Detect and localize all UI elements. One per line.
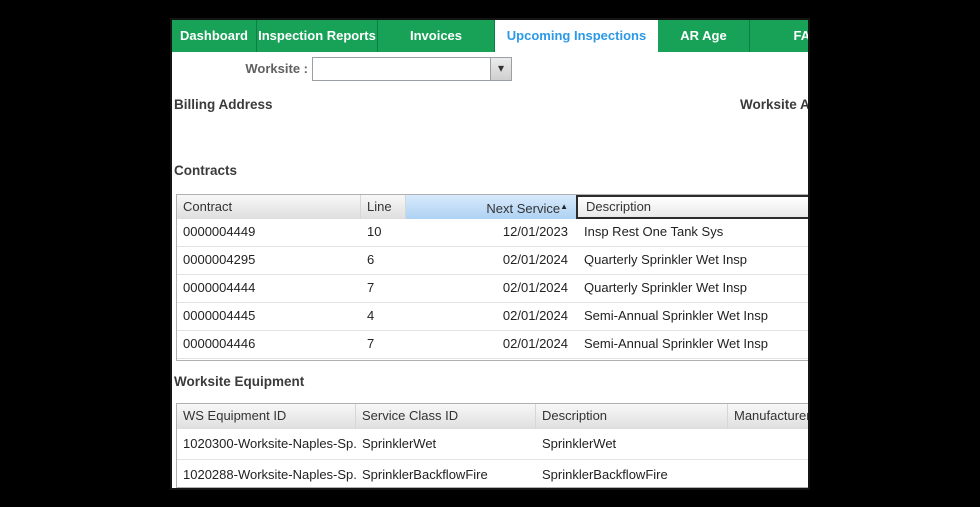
column-header-description[interactable]: Description xyxy=(576,195,810,219)
tab-ar-age[interactable]: AR Age xyxy=(658,20,750,52)
table-row[interactable]: 0000004295 6 02/01/2024 Quarterly Sprink… xyxy=(177,247,810,275)
next-service-cell: 12/01/2023 xyxy=(406,219,576,246)
next-service-cell: 02/01/2024 xyxy=(406,331,576,358)
column-header-manufacturer[interactable]: Manufacturer xyxy=(728,404,810,429)
app-window: Dashboard Inspection Reports Invoices Up… xyxy=(170,18,810,490)
service-class-id-cell: SprinklerWet xyxy=(356,429,536,459)
contracts-table: Contract Line Next Service▲ Description … xyxy=(176,194,810,361)
description-cell: SprinklerWet xyxy=(536,429,728,459)
tab-invoices[interactable]: Invoices xyxy=(378,20,495,52)
tab-inspection-reports[interactable]: Inspection Reports xyxy=(257,20,378,52)
worksite-equipment-heading: Worksite Equipment xyxy=(174,374,304,389)
tab-faqs[interactable]: FAQs xyxy=(750,20,808,52)
column-header-description[interactable]: Description xyxy=(536,404,728,429)
worksite-select[interactable]: ▾ xyxy=(312,57,512,81)
description-cell: Semi-Annual Sprinkler Wet Insp xyxy=(576,303,810,330)
description-cell: Quarterly Sprinkler Wet Insp xyxy=(576,275,810,302)
tab-dashboard[interactable]: Dashboard xyxy=(172,20,257,52)
equipment-table-header: WS Equipment ID Service Class ID Descrip… xyxy=(177,404,810,429)
sort-ascending-icon: ▲ xyxy=(560,202,568,211)
contract-cell: 0000004444 xyxy=(177,275,361,302)
manufacturer-cell xyxy=(728,429,810,459)
line-cell: 6 xyxy=(361,247,406,274)
column-header-ws-equipment-id[interactable]: WS Equipment ID xyxy=(177,404,356,429)
table-row[interactable]: 0000004445 4 02/01/2024 Semi-Annual Spri… xyxy=(177,303,810,331)
ws-equipment-id-cell: 1020300-Worksite-Naples-Sp... xyxy=(177,429,356,459)
column-header-next-service[interactable]: Next Service▲ xyxy=(406,195,576,219)
description-cell: SprinklerBackflowFire xyxy=(536,460,728,488)
description-cell: Semi-Annual Sprinkler Wet Insp xyxy=(576,331,810,358)
table-row[interactable]: 0000004444 7 02/01/2024 Quarterly Sprink… xyxy=(177,275,810,303)
contract-cell: 0000004446 xyxy=(177,331,361,358)
table-row[interactable]: 0000004446 7 02/01/2024 Semi-Annual Spri… xyxy=(177,331,810,359)
service-class-id-cell: SprinklerBackflowFire xyxy=(356,460,536,488)
table-row[interactable]: 1020300-Worksite-Naples-Sp... SprinklerW… xyxy=(177,429,810,460)
table-row[interactable]: 0000004449 10 12/01/2023 Insp Rest One T… xyxy=(177,219,810,247)
chevron-down-icon[interactable]: ▾ xyxy=(490,58,511,80)
ws-equipment-id-cell: 1020288-Worksite-Naples-Sp... xyxy=(177,460,356,488)
next-service-cell: 02/01/2024 xyxy=(406,303,576,330)
line-cell: 4 xyxy=(361,303,406,330)
table-row[interactable]: 1020288-Worksite-Naples-Sp... SprinklerB… xyxy=(177,460,810,488)
next-service-cell: 02/01/2024 xyxy=(406,275,576,302)
worksite-address-heading: Worksite Address xyxy=(740,97,810,112)
contracts-table-header: Contract Line Next Service▲ Description xyxy=(177,195,810,219)
column-header-line[interactable]: Line xyxy=(361,195,406,219)
tab-upcoming-inspections[interactable]: Upcoming Inspections xyxy=(495,20,658,52)
description-cell: Quarterly Sprinkler Wet Insp xyxy=(576,247,810,274)
worksite-equipment-table: WS Equipment ID Service Class ID Descrip… xyxy=(176,403,810,488)
next-service-cell: 02/01/2024 xyxy=(406,247,576,274)
billing-address-heading: Billing Address xyxy=(174,97,273,112)
column-header-contract[interactable]: Contract xyxy=(177,195,361,219)
line-cell: 10 xyxy=(361,219,406,246)
contract-cell: 0000004295 xyxy=(177,247,361,274)
worksite-label: Worksite : xyxy=(172,61,308,76)
column-header-service-class-id[interactable]: Service Class ID xyxy=(356,404,536,429)
contract-cell: 0000004445 xyxy=(177,303,361,330)
contract-cell: 0000004449 xyxy=(177,219,361,246)
manufacturer-cell xyxy=(728,460,810,488)
worksite-filter-row: Worksite : ▾ xyxy=(172,57,808,82)
column-header-next-service-label: Next Service xyxy=(486,201,560,216)
line-cell: 7 xyxy=(361,331,406,358)
description-cell: Insp Rest One Tank Sys xyxy=(576,219,810,246)
contracts-heading: Contracts xyxy=(174,163,237,178)
tab-bar: Dashboard Inspection Reports Invoices Up… xyxy=(172,20,808,52)
line-cell: 7 xyxy=(361,275,406,302)
